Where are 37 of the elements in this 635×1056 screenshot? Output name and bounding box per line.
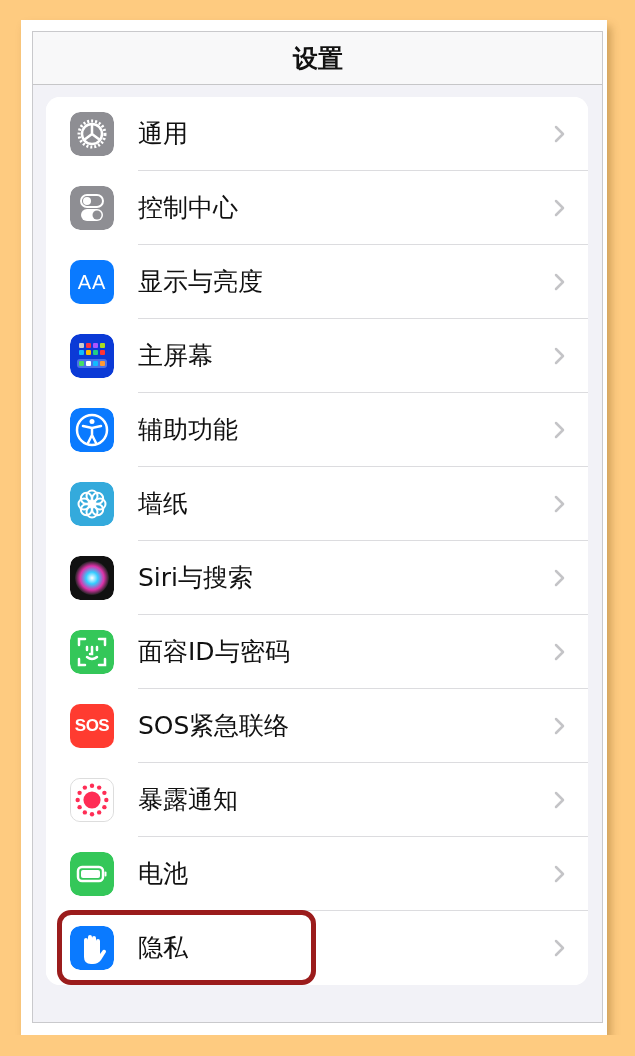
orb-icon [70, 556, 114, 600]
row-label: SOS紧急联络 [138, 710, 291, 742]
chevron-icon [554, 494, 565, 513]
gear-icon [70, 112, 114, 156]
chevron-icon [554, 790, 565, 809]
chevron-icon [554, 346, 565, 365]
letters-icon: AA [70, 260, 114, 304]
chevron-icon [554, 272, 565, 291]
sun-dots-icon [70, 778, 114, 822]
chevron-icon [554, 864, 565, 883]
sos-icon: SOS [70, 704, 114, 748]
row-label: 暴露通知 [138, 784, 239, 816]
chevron-icon [554, 716, 565, 735]
row-label: 隐私 [138, 932, 189, 964]
person-icon [70, 408, 114, 452]
row-label: 主屏幕 [138, 340, 214, 372]
toggles-icon [70, 186, 114, 230]
app-grid-icon [70, 334, 114, 378]
chevron-icon [554, 124, 565, 143]
row-label: 辅助功能 [138, 414, 239, 446]
face-scan-icon [70, 630, 114, 674]
hand-icon [70, 926, 114, 970]
row-label: 面容ID与密码 [138, 636, 291, 668]
battery-icon [70, 852, 114, 896]
chevron-icon [554, 198, 565, 217]
chevron-icon [554, 938, 565, 957]
chevron-icon [554, 568, 565, 587]
row-label: 通用 [138, 118, 189, 150]
row-label: 电池 [138, 858, 189, 890]
flower-icon [70, 482, 114, 526]
chevron-icon [554, 420, 565, 439]
row-label: 控制中心 [138, 192, 239, 224]
row-label: 墙纸 [138, 488, 189, 520]
screen-title: 设置 [292, 42, 343, 75]
row-label: 显示与亮度 [138, 266, 264, 298]
chevron-icon [554, 642, 565, 661]
row-label: Siri与搜索 [138, 562, 255, 594]
